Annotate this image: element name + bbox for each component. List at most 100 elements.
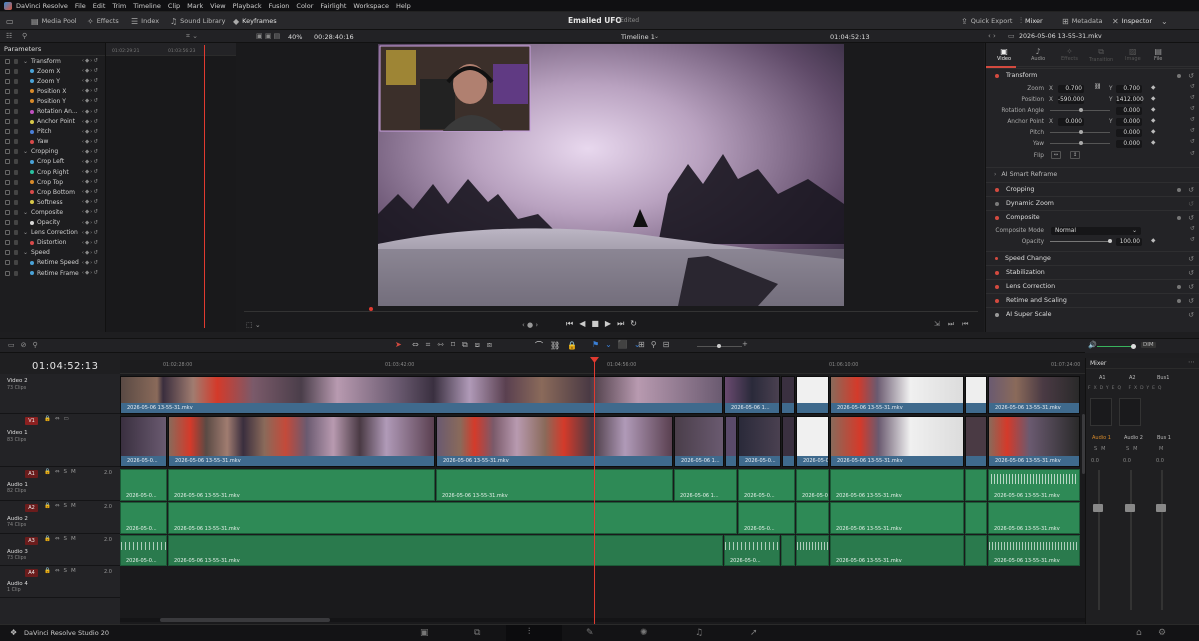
section-lens-correction[interactable]: Lens Correction ↺ [986, 279, 1199, 293]
audio-clip[interactable]: 2026-05-0... [724, 535, 780, 566]
audio-clip[interactable]: 2026-05-0... [738, 502, 795, 534]
home-icon[interactable]: ⌂ [1136, 628, 1142, 638]
chevron-down-icon[interactable]: ⌄ [23, 229, 28, 236]
curve-toggle-icon[interactable] [5, 98, 10, 104]
reset-icon[interactable]: ↺ [1188, 214, 1194, 222]
reset-icon[interactable]: ↺ [1190, 95, 1195, 101]
speaker-icon[interactable]: 🔊 [1088, 341, 1097, 349]
video-clip[interactable] [965, 376, 987, 414]
enable-dot[interactable] [995, 187, 999, 192]
chevron-down-icon[interactable]: ⌄ [23, 148, 28, 155]
curve-toggle-icon[interactable] [5, 189, 10, 195]
menu-playback[interactable]: Playback [233, 2, 262, 10]
reset-icon[interactable]: ↺ [1188, 269, 1194, 277]
parameter-row[interactable]: Crop Left ‹◆›↺ [0, 157, 105, 167]
keyframe-nav-controls[interactable]: ‹◆›↺ [82, 179, 99, 185]
menu-help[interactable]: Help [396, 2, 411, 10]
video-clip[interactable]: 2026-05-0... [738, 416, 781, 467]
pitch-slider-handle[interactable] [1079, 130, 1083, 134]
viewer-options-icon[interactable]: ⬚ ⌄ [246, 321, 261, 329]
section-composite[interactable]: Composite ↺ [986, 210, 1199, 224]
anchor-y-field[interactable]: 0.000 [1116, 118, 1142, 126]
keyframe-dot[interactable] [1177, 215, 1181, 220]
keyframe-nav-controls[interactable]: ‹◆›↺ [82, 88, 99, 94]
gear-icon[interactable]: ⚙ [1158, 628, 1166, 638]
video-clip[interactable]: 2026-05-06 1... [724, 376, 780, 414]
lock-icon[interactable] [14, 119, 18, 125]
opacity-slider[interactable] [1050, 241, 1110, 242]
audio-clip[interactable]: 2026-05-0... [120, 502, 167, 534]
keyframe-playhead[interactable] [204, 45, 205, 328]
parameter-group[interactable]: ⌄ Composite ‹◆›↺ [0, 207, 105, 217]
section-retime-scaling[interactable]: Retime and Scaling ↺ [986, 293, 1199, 307]
reset-icon[interactable]: ↺ [1190, 151, 1195, 157]
menu-color[interactable]: Color [296, 2, 313, 10]
parameter-row[interactable]: Rotation An... ‹◆›↺ [0, 106, 105, 116]
curve-toggle-icon[interactable] [5, 119, 10, 125]
lock-icon[interactable] [14, 209, 18, 215]
rotation-slider-handle[interactable] [1079, 108, 1083, 112]
section-ai-smart-reframe[interactable]: › AI Smart Reframe [986, 167, 1199, 181]
section-dynamic-zoom[interactable]: Dynamic Zoom ↺ [986, 196, 1199, 210]
keyframe-dot[interactable]: ◆ [1151, 96, 1155, 102]
curve-toggle-icon[interactable] [5, 78, 10, 84]
parameter-group[interactable]: ⌄ Transform ‹◆›↺ [0, 56, 105, 66]
lock-icon[interactable] [14, 250, 18, 256]
master-volume-slider[interactable] [1097, 346, 1132, 347]
chevron-down-icon[interactable]: ⌄ [23, 249, 28, 256]
audio-clip[interactable]: 2026-05-0... [120, 535, 167, 566]
parameter-row[interactable]: Yaw ‹◆›↺ [0, 137, 105, 147]
section-transform[interactable]: Transform ↺ [986, 68, 1199, 82]
parameter-row[interactable]: Zoom Y ‹◆›↺ [0, 76, 105, 86]
lock-icon[interactable] [14, 109, 18, 115]
quick-export-button[interactable]: ⇪ Quick Export [961, 12, 1012, 30]
chevron-down-icon[interactable]: ⌄ [23, 58, 28, 65]
parameter-row[interactable]: Anchor Point ‹◆›↺ [0, 117, 105, 127]
keyframe-nav-controls[interactable]: ‹◆›↺ [82, 169, 99, 175]
timeline-tracks[interactable]: Video 2 73 Clips V1 🔒⇔▭ Video 1 83 Clips… [0, 374, 1085, 624]
video-clip[interactable] [781, 376, 795, 414]
opacity-slider-handle[interactable] [1108, 239, 1112, 243]
track-tag-a2[interactable]: A2 [25, 504, 38, 512]
reset-icon[interactable]: ↺ [1190, 128, 1195, 134]
section-ai-super-scale[interactable]: AI Super Scale ↺ [986, 307, 1199, 321]
filter-icon[interactable]: ⚲ [22, 32, 27, 40]
rotation-field[interactable]: 0.000 [1116, 107, 1142, 115]
video-clip[interactable]: 2026-05-0... [120, 416, 167, 467]
reset-icon[interactable]: ↺ [1188, 297, 1194, 305]
lock-icon[interactable] [14, 78, 18, 84]
reset-icon[interactable]: ↺ [1188, 72, 1194, 80]
zoom-level[interactable]: 40% [288, 33, 302, 41]
snap-link-lock-icons[interactable]: ⌒⛓🔒 [535, 340, 584, 351]
lock-icon[interactable] [14, 58, 18, 64]
menu-trim[interactable]: Trim [112, 2, 126, 10]
audio-clip[interactable]: 2026-05-06 13-55-31.mkv [830, 469, 964, 501]
audio-clip[interactable]: 2026-05-0... [120, 469, 167, 501]
curve-toggle-icon[interactable] [5, 109, 10, 115]
enable-dot[interactable] [995, 270, 999, 275]
audio-clip[interactable] [781, 535, 795, 566]
keyframe-nav-controls[interactable]: ‹◆›↺ [82, 129, 99, 135]
menu-clip[interactable]: Clip [168, 2, 180, 10]
lock-icon[interactable] [14, 68, 18, 74]
video-clip[interactable]: 2026-05-06 13-55-31.mkv [830, 416, 964, 467]
track-tag-a3[interactable]: A3 [25, 537, 38, 545]
curve-toggle-icon[interactable] [5, 149, 10, 155]
parameter-row[interactable]: Position X ‹◆›↺ [0, 86, 105, 96]
audio-clip[interactable]: 2026-05-06 13-55-31.mkv [168, 469, 435, 501]
fusion-page-icon[interactable]: ✎ [586, 628, 594, 638]
chevron-down-icon[interactable]: ⌄ [654, 33, 659, 40]
audio-clip[interactable]: 2026-05-06 13-55-31.mkv [830, 535, 964, 566]
parameter-row[interactable]: Retime Speed ‹◆›↺ [0, 258, 105, 268]
composite-mode-select[interactable]: Normal ⌄ [1051, 227, 1141, 235]
chevron-down-icon[interactable]: ⌄ [23, 209, 28, 216]
curve-toggle-icon[interactable] [5, 199, 10, 205]
parameter-row[interactable]: Crop Top ‹◆›↺ [0, 177, 105, 187]
audio-clip[interactable]: 2026-05-06 1... [674, 469, 737, 501]
video-clip[interactable] [725, 416, 737, 467]
audio-clip[interactable]: 2026-05-06 13-55-31.mkv [168, 535, 723, 566]
enable-dot[interactable] [995, 257, 998, 260]
track-controls[interactable]: 🔒⇔SM [44, 536, 80, 542]
track-controls[interactable]: 🔒⇔▭ [44, 416, 73, 422]
yaw-slider-handle[interactable] [1079, 141, 1083, 145]
